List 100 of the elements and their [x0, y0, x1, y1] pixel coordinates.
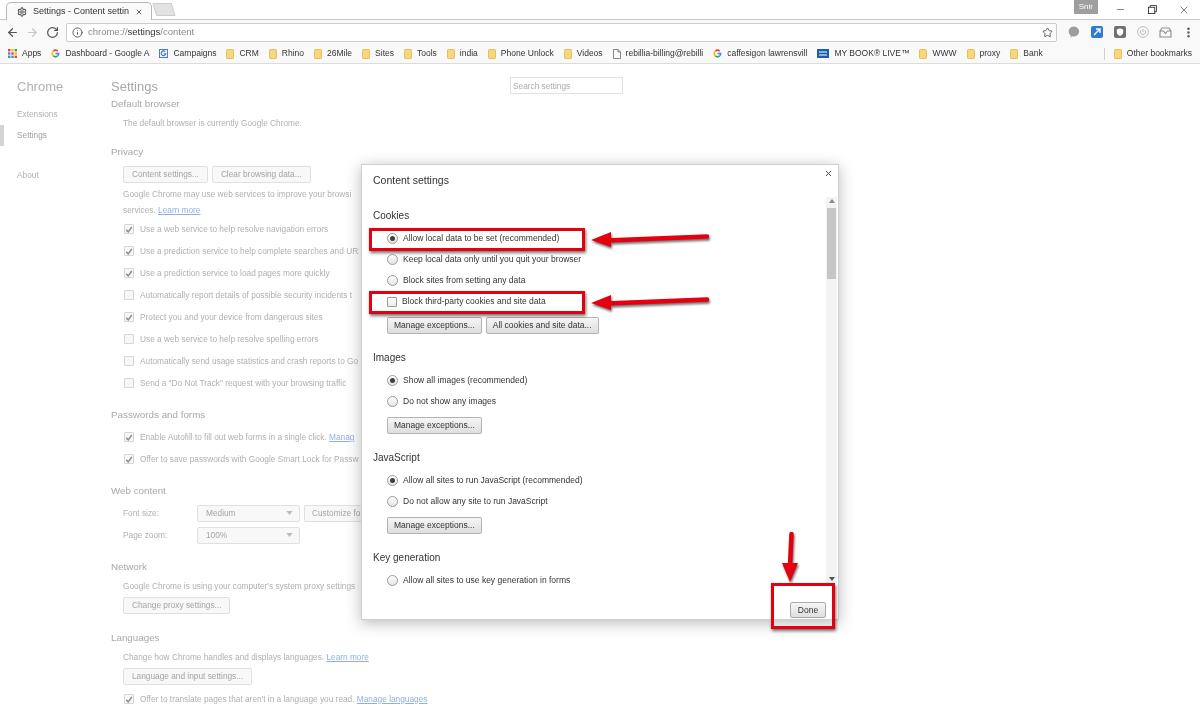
checkbox[interactable] — [124, 432, 134, 442]
done-button[interactable]: Done — [790, 602, 826, 619]
address-bar[interactable]: chrome://settings/content — [65, 22, 1057, 42]
close-icon[interactable] — [135, 7, 143, 16]
option-label: Do not show any images — [403, 395, 497, 408]
checkbox[interactable] — [124, 312, 134, 322]
checkbox[interactable] — [124, 694, 134, 704]
bookmark[interactable]: Phone Unlock — [482, 45, 559, 62]
bookmark[interactable]: Apps — [3, 45, 47, 62]
close-icon[interactable] — [824, 169, 833, 178]
checkbox-label: Send a "Do Not Track" request with your browsing traffic — [140, 376, 347, 390]
section-heading: Default browser — [111, 96, 180, 111]
scrollbar-thumb[interactable] — [827, 208, 836, 279]
checkbox[interactable] — [387, 296, 397, 307]
description-text: Google Chrome may use web services to improve your browsi — [123, 187, 352, 201]
dialog-button[interactable]: Manage exceptions... — [387, 317, 482, 334]
checkbox-label: Automatically report details of possible security incidents t — [140, 288, 353, 302]
bookmark[interactable]: caffesigon lawrensvill — [708, 45, 813, 62]
description-text: The default browser is currently Google Chrome. — [123, 116, 302, 130]
section-heading: Images — [373, 350, 406, 365]
folder-icon — [226, 48, 235, 59]
caret-down-icon[interactable] — [828, 577, 835, 581]
caret-down-icon — [286, 533, 293, 537]
bookmark[interactable]: WWW — [914, 45, 962, 62]
dialog-button[interactable]: Manage exceptions... — [387, 417, 482, 434]
option-label: Allow local data to be set (recommended) — [403, 232, 560, 245]
app-grid-icon — [8, 49, 17, 58]
restore-icon[interactable] — [1147, 5, 1157, 14]
bookmark[interactable]: rebillia-billing@rebilli — [607, 45, 709, 62]
radio-button[interactable] — [387, 254, 398, 265]
folder-icon — [268, 48, 277, 59]
checkbox-label: Automatically send usage statistics and crash reports to Go — [140, 354, 359, 368]
folder-icon — [1010, 48, 1019, 59]
option-label: Do not allow any site to run JavaScript — [403, 495, 548, 508]
bookmark[interactable]: Rhino — [263, 45, 310, 62]
bookmark[interactable]: proxy — [961, 45, 1006, 62]
bookmark[interactable]: CRM — [221, 45, 264, 62]
framed-g-icon — [159, 49, 169, 58]
striped-tile-icon — [817, 49, 830, 58]
bookmark[interactable]: Sites — [357, 45, 399, 62]
search-field[interactable]: Search settings — [510, 77, 623, 94]
folder-icon — [404, 48, 412, 59]
description-text: services. Learn more — [123, 203, 201, 217]
dialog-button[interactable]: Manage exceptions... — [387, 517, 482, 534]
sidebar-title: Chrome — [17, 79, 64, 94]
document-icon — [612, 48, 621, 59]
arrow-tile-icon[interactable] — [1090, 26, 1103, 38]
shield-tile-icon[interactable] — [1113, 26, 1126, 38]
info-icon[interactable] — [71, 26, 83, 38]
bookmark[interactable]: Videos — [558, 45, 608, 62]
bookmark[interactable]: 26Mile — [309, 45, 358, 62]
power-icon[interactable] — [1136, 26, 1149, 38]
caret-down-icon — [286, 511, 293, 515]
checkbox-label: Offer to save passwords with Google Smart Lock for Passw — [140, 452, 359, 466]
scrollbar[interactable] — [826, 197, 837, 583]
tab-title: Settings - Content settin — [33, 4, 130, 18]
bookmark[interactable]: Other bookmarks — [1108, 45, 1197, 62]
bookmark[interactable]: Bank — [1005, 45, 1048, 62]
checkbox[interactable] — [124, 246, 134, 256]
new-tab-icon[interactable] — [152, 3, 176, 16]
radio-button[interactable] — [387, 575, 398, 586]
settings-icon — [17, 6, 27, 17]
bookmark[interactable]: Dashboard - Google A — [46, 45, 155, 62]
bookmark[interactable]: india — [441, 45, 483, 62]
checkbox-label: Enable Autofill to fill out web forms in a single click. Manag — [140, 430, 355, 444]
speech-bubble-icon[interactable] — [1067, 26, 1080, 38]
field-label: Page zoom: — [123, 528, 169, 542]
description-text: Google Chrome is using your computer's system proxy settings — [123, 579, 356, 593]
star-icon[interactable] — [1042, 26, 1053, 38]
option-label: Block third-party cookies and site data — [402, 295, 546, 308]
tray-icon[interactable] — [1159, 26, 1172, 38]
bookmark[interactable]: Campaigns — [154, 45, 222, 62]
checkbox-label: Use a web service to help resolve spelling errors — [140, 332, 319, 346]
option-label: Allow all sites to run JavaScript (recommended) — [403, 474, 583, 487]
checkbox[interactable] — [124, 224, 134, 234]
reload-icon[interactable] — [46, 25, 60, 39]
option-label: Allow all sites to use key generation in forms — [403, 574, 571, 587]
radio-button[interactable] — [387, 275, 398, 286]
folder-icon — [966, 48, 975, 59]
bookmark[interactable]: MY BOOK® LIVE™ — [812, 45, 915, 62]
folder-icon — [563, 48, 572, 59]
radio-button[interactable] — [387, 396, 398, 407]
dialog-button[interactable]: All cookies and site data... — [485, 317, 599, 334]
back-icon[interactable] — [6, 25, 20, 39]
checkbox[interactable] — [124, 454, 134, 464]
radio-button[interactable] — [387, 475, 398, 486]
section-heading: Key generation — [373, 550, 441, 565]
radio-button[interactable] — [387, 496, 398, 507]
description-text: Change how Chrome handles and displays languages. Learn more — [123, 650, 369, 664]
section-heading: Languages — [111, 630, 160, 645]
page-title: Settings — [111, 79, 158, 94]
checkbox-label: Use a web service to help resolve navigation errors — [140, 222, 329, 236]
checkbox-label: Use a prediction service to load pages more quickly — [140, 266, 330, 280]
radio-button[interactable] — [387, 233, 398, 244]
caret-up-icon[interactable] — [828, 199, 835, 203]
checkbox[interactable] — [124, 268, 134, 278]
radio-button[interactable] — [387, 375, 398, 386]
bookmark[interactable]: Tools — [399, 45, 442, 62]
browser-tab[interactable]: Settings - Content settin — [6, 2, 152, 20]
g-logo-icon — [51, 49, 61, 58]
